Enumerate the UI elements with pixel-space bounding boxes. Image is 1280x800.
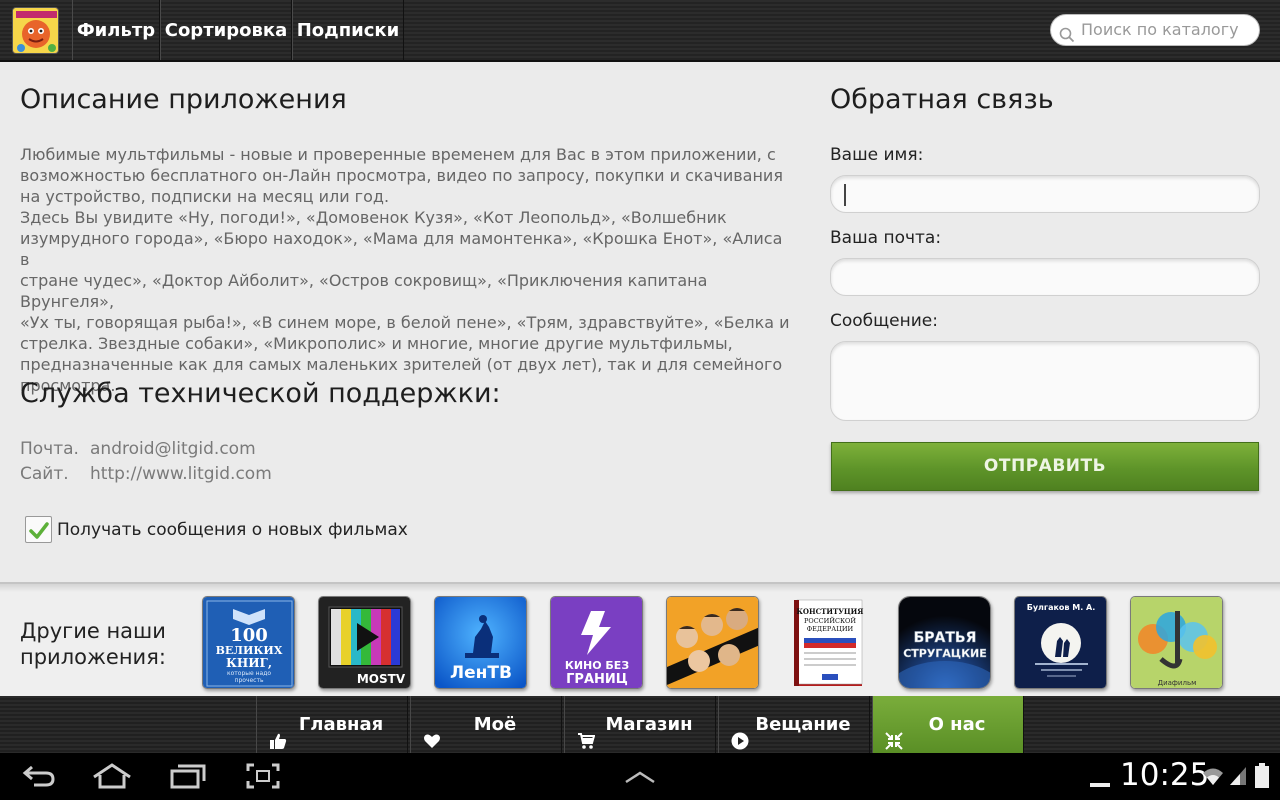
app-kino-bez-granits[interactable]: КИНО БЕЗ ГРАНИЦ <box>550 596 643 689</box>
nav-shop[interactable]: Магазин <box>564 696 716 753</box>
clock: 10:25 <box>1120 757 1210 793</box>
feedback-title: Обратная связь <box>830 84 1054 115</box>
app-kino-line1: КИНО БЕЗ <box>565 659 629 672</box>
app-100-books-line3: КНИГ, <box>226 656 272 670</box>
support-mail-link[interactable]: android@litgid.com <box>90 439 256 459</box>
subscriptions-button[interactable]: Подписки <box>292 0 404 60</box>
support-title: Служба технической поддержки: <box>20 378 501 409</box>
wifi-icon <box>1202 765 1224 791</box>
description-title: Описание приложения <box>20 84 347 115</box>
app-mostv[interactable]: MOSTV <box>318 596 411 689</box>
send-button[interactable]: ОТПРАВИТЬ <box>831 442 1259 491</box>
description-text: Любимые мультфильмы - новые и проверенны… <box>20 145 790 395</box>
support-site-link[interactable]: http://www.litgid.com <box>90 464 272 484</box>
support-site-row: Сайт. http://www.litgid.com <box>20 464 272 484</box>
other-apps-strip: Другие наши приложения: 100 ВЕЛИКИХ КНИГ… <box>0 582 1280 696</box>
nav-home[interactable]: Главная <box>256 696 408 753</box>
name-field[interactable] <box>830 175 1260 213</box>
app-strugatsky-line2: СТРУГАЦКИЕ <box>903 647 987 660</box>
message-field-label: Сообщение: <box>830 311 938 331</box>
email-field-label: Ваша почта: <box>830 228 942 248</box>
back-icon[interactable] <box>22 763 56 793</box>
app-constitution[interactable]: КОНСТИТУЦИЯ РОССИЙСКОЙ ФЕДЕРАЦИИ <box>782 596 875 689</box>
nav-broadcast-label: Вещание <box>755 714 851 735</box>
app-100-books-line5: прочесть <box>235 677 264 684</box>
app-logo-icon[interactable] <box>12 7 59 54</box>
support-site-label: Сайт. <box>20 464 69 484</box>
chevron-up-icon[interactable] <box>624 769 656 788</box>
nav-home-label: Главная <box>298 714 384 735</box>
other-apps-title-text: Другие наши приложения: <box>20 619 166 669</box>
nav-about-label: О нас <box>928 714 986 735</box>
content-area: Описание приложения Любимые мультфильмы … <box>0 62 1280 582</box>
app-strugatsky[interactable]: БРАТЬЯ СТРУГАЦКИЕ <box>898 596 991 689</box>
email-field[interactable] <box>830 258 1260 296</box>
bottom-navigation: Главная Моё Магазин Вещание О нас <box>0 696 1280 753</box>
catalog-search-input[interactable]: Поиск по каталогу <box>1050 14 1260 46</box>
top-toolbar: Фильтр Сортировка Подписки Поиск по ката… <box>0 0 1280 62</box>
system-bar: 10:25 <box>0 753 1280 800</box>
app-100-books[interactable]: 100 ВЕЛИКИХ КНИГ, которые надо прочесть <box>202 596 295 689</box>
signal-icon <box>1228 765 1248 791</box>
support-mail-row: Почта. android@litgid.com <box>20 439 256 459</box>
app-comedy-group[interactable] <box>666 596 759 689</box>
search-placeholder: Поиск по каталогу <box>1081 20 1239 39</box>
app-constitution-line1: КОНСТИТУЦИЯ <box>797 607 864 616</box>
app-kino-line2: ГРАНИЦ <box>566 672 628 687</box>
search-icon <box>1059 23 1075 43</box>
checkmark-icon <box>29 522 49 539</box>
app-lentv[interactable]: ЛенТВ <box>434 596 527 689</box>
nav-broadcast[interactable]: Вещание <box>718 696 870 753</box>
minus-icon <box>1090 774 1112 793</box>
nav-mine-label: Моё <box>473 714 517 735</box>
screenshot-icon[interactable] <box>246 763 280 793</box>
notify-checkbox[interactable] <box>25 516 52 543</box>
app-strugatsky-line1: БРАТЬЯ <box>914 630 977 646</box>
other-apps-title: Другие наши приложения: <box>20 618 170 670</box>
recent-apps-icon[interactable] <box>170 763 206 793</box>
nav-mine[interactable]: Моё <box>410 696 562 753</box>
app-constitution-line3: ФЕДЕРАЦИИ <box>807 625 854 633</box>
app-100-books-line1: 100 <box>230 625 268 646</box>
support-mail-label: Почта. <box>20 439 79 459</box>
app-lentv-label: ЛенТВ <box>450 663 512 683</box>
app-constitution-line2: РОССИЙСКОЙ <box>804 616 856 625</box>
app-bulgakov-label: Булгаков М. А. <box>1027 603 1096 612</box>
nav-shop-label: Магазин <box>605 714 693 735</box>
battery-icon <box>1254 763 1270 793</box>
nav-about[interactable]: О нас <box>872 696 1024 753</box>
app-100-books-line4: которые надо <box>227 670 271 677</box>
app-diafilm[interactable]: Диафильм <box>1130 596 1223 689</box>
app-mostv-label: MOSTV <box>357 672 406 686</box>
notify-checkbox-label: Получать сообщения о новых фильмах <box>57 520 408 540</box>
sort-button[interactable]: Сортировка <box>160 0 292 60</box>
home-icon[interactable] <box>92 763 132 793</box>
text-cursor <box>844 184 846 206</box>
app-bulgakov[interactable]: Булгаков М. А. <box>1014 596 1107 689</box>
name-field-label: Ваше имя: <box>830 145 924 165</box>
filter-button[interactable]: Фильтр <box>72 0 160 60</box>
app-diafilm-label: Диафильм <box>1158 679 1197 687</box>
message-field[interactable] <box>830 341 1260 421</box>
